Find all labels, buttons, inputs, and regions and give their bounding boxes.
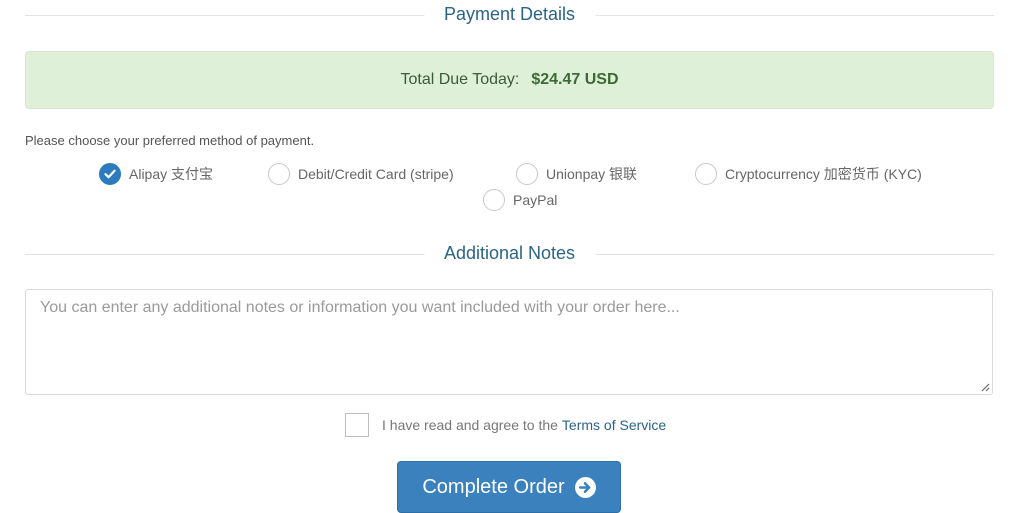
- complete-order-label: Complete Order: [422, 475, 565, 498]
- check-icon: [104, 169, 116, 179]
- total-due-amount: $24.47 USD: [531, 71, 619, 88]
- arrow-circle-right-icon: [574, 476, 596, 498]
- complete-order-button[interactable]: Complete Order: [397, 461, 621, 513]
- terms-of-service-link[interactable]: Terms of Service: [562, 417, 666, 433]
- payment-option-label: PayPal: [513, 192, 558, 208]
- additional-notes-title: Additional Notes: [423, 243, 596, 264]
- total-due-box: Total Due Today: $24.47 USD: [25, 51, 994, 109]
- payment-method-prompt: Please choose your preferred method of p…: [25, 133, 315, 148]
- tos-checkbox[interactable]: [345, 413, 369, 437]
- payment-option-label: Cryptocurrency 加密货币 (KYC): [725, 166, 922, 182]
- payment-option-alipay[interactable]: Alipay 支付宝: [99, 163, 213, 185]
- radio-button[interactable]: [483, 189, 505, 211]
- payment-details-title: Payment Details: [423, 4, 596, 25]
- radio-button[interactable]: [99, 163, 121, 185]
- payment-option-crypto[interactable]: Cryptocurrency 加密货币 (KYC): [695, 163, 922, 185]
- additional-notes-header: Additional Notes: [25, 240, 994, 270]
- payment-option-label: Alipay 支付宝: [129, 166, 214, 182]
- radio-button[interactable]: [268, 163, 290, 185]
- payment-option-label: Unionpay 银联: [546, 166, 638, 182]
- tos-text: I have read and agree to the: [382, 417, 558, 433]
- radio-button[interactable]: [695, 163, 717, 185]
- payment-details-header: Payment Details: [25, 1, 994, 31]
- payment-option-unionpay[interactable]: Unionpay 银联: [516, 163, 637, 185]
- payment-option-stripe[interactable]: Debit/Credit Card (stripe): [268, 163, 454, 185]
- payment-option-paypal[interactable]: PayPal: [483, 189, 557, 211]
- tos-agreement-row: I have read and agree to the Terms of Se…: [345, 413, 666, 437]
- additional-notes-textarea[interactable]: [25, 289, 993, 395]
- radio-button[interactable]: [516, 163, 538, 185]
- payment-option-label: Debit/Credit Card (stripe): [298, 166, 454, 182]
- total-due-label: Total Due Today:: [400, 71, 520, 88]
- resize-grip-icon[interactable]: [980, 382, 990, 392]
